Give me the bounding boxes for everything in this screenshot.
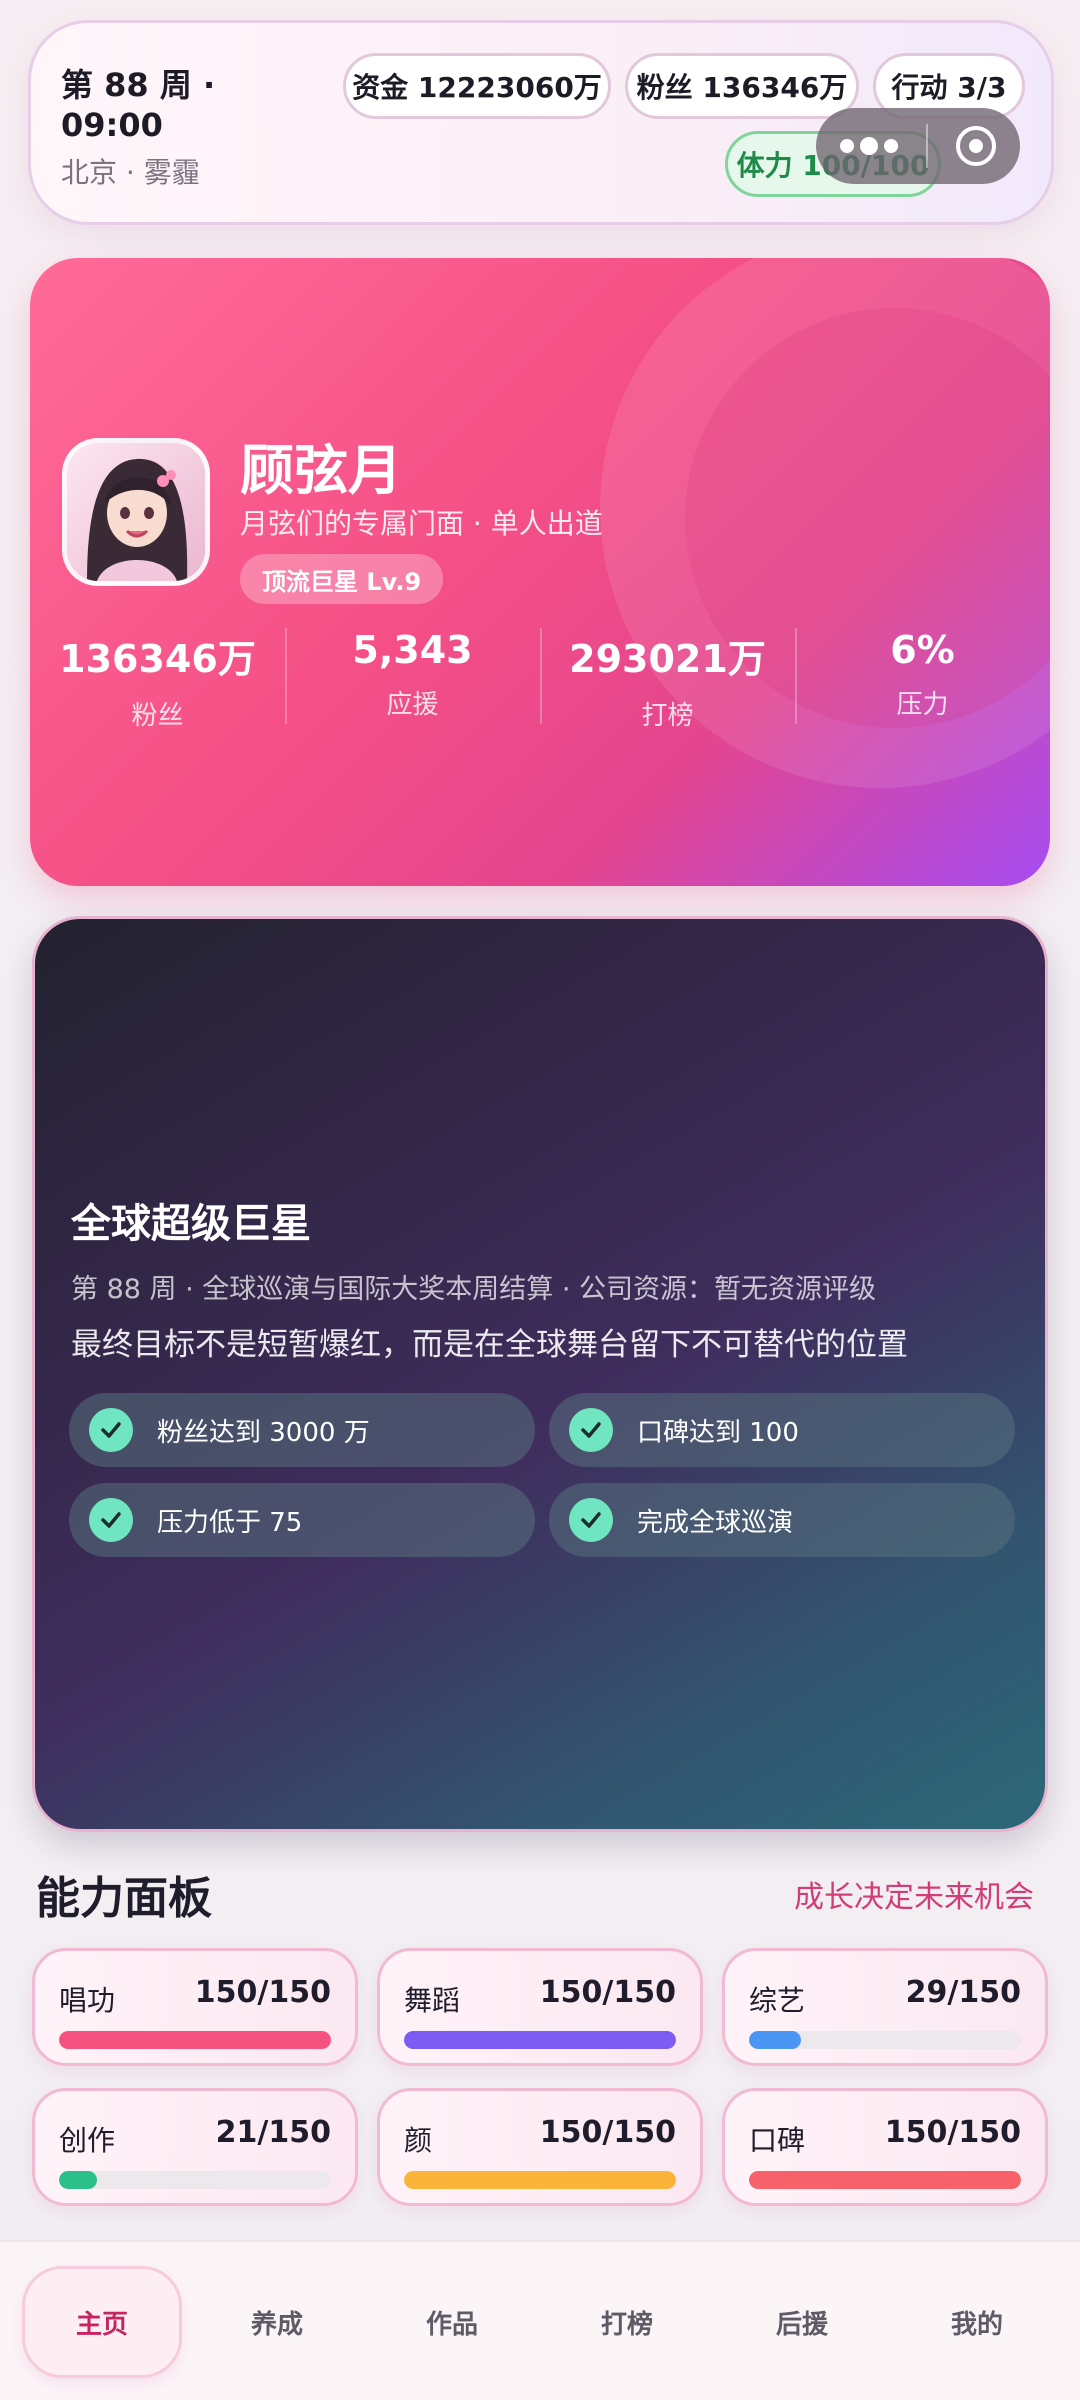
ability-name: 综艺 [749, 1984, 806, 2017]
page: 第 88 周 · 09:00 北京 · 雾霾 资金 12223060万 粉丝 1… [0, 0, 1080, 2400]
stat-label: 粉丝 [131, 701, 184, 731]
avatar[interactable] [62, 438, 210, 586]
stat-label: 打榜 [641, 701, 694, 731]
nav-chart[interactable]: 打榜 [547, 2266, 707, 2378]
stat-value: 136346万 [59, 637, 256, 681]
nav-training[interactable]: 养成 [197, 2266, 357, 2378]
ability-value: 29/150 [905, 1975, 1021, 2010]
stat-pressure: 6% 压力 [795, 618, 1050, 728]
stat-support: 5,343 应援 [285, 618, 540, 728]
ability-progress-track [404, 2031, 676, 2049]
task-label: 压力低于 75 [157, 1507, 303, 1538]
stat-chart: 293021万 打榜 [540, 618, 795, 731]
stat-value: 5,343 [352, 628, 473, 672]
task-label: 粉丝达到 3000 万 [157, 1417, 370, 1448]
ability-panel-title: 能力面板 [36, 1873, 212, 1924]
check-icon [569, 1408, 613, 1452]
miniprogram-capsule [816, 108, 1020, 184]
bottom-nav: 主页 养成 作品 打榜 后援 我的 [0, 2240, 1080, 2400]
ability-card-looks[interactable]: 颜 150/150 [377, 2088, 703, 2206]
task-item: 完成全球巡演 [549, 1483, 1015, 1557]
ability-progress-fill [404, 2031, 676, 2049]
fans-badge[interactable]: 粉丝 136346万 [625, 53, 859, 119]
ability-value: 150/150 [194, 1975, 331, 2010]
ability-value: 150/150 [539, 1975, 676, 2010]
ability-card-creation[interactable]: 创作 21/150 [32, 2088, 358, 2206]
check-icon [569, 1498, 613, 1542]
ability-name: 唱功 [59, 1984, 116, 2017]
check-icon [89, 1408, 133, 1452]
ability-progress-track [59, 2171, 331, 2189]
task-item: 粉丝达到 3000 万 [69, 1393, 535, 1467]
ability-progress-track [59, 2031, 331, 2049]
ability-name: 口碑 [749, 2124, 806, 2157]
ability-value: 150/150 [884, 2115, 1021, 2150]
ability-value: 150/150 [539, 2115, 676, 2150]
stat-value: 6% [890, 628, 955, 672]
ability-progress-fill [59, 2031, 331, 2049]
task-label: 口碑达到 100 [637, 1417, 799, 1448]
stat-value: 293021万 [569, 637, 766, 681]
close-target-icon[interactable] [956, 126, 996, 166]
goal-card[interactable]: 全球超级巨星 第 88 周 · 全球巡演与国际大奖本周结算 · 公司资源：暂无资… [32, 916, 1048, 1832]
ability-name: 创作 [59, 2124, 116, 2157]
task-item: 压力低于 75 [69, 1483, 535, 1557]
stat-label: 应援 [386, 690, 439, 720]
profile-stats: 136346万 粉丝 5,343 应援 293021万 打榜 6% 压力 [30, 618, 1050, 731]
idol-name: 顾弦月 [240, 439, 402, 502]
level-badge: 顶流巨星 Lv.9 [240, 554, 444, 604]
stat-fans: 136346万 粉丝 [30, 618, 285, 731]
week-time: 第 88 周 · 09:00 [61, 66, 216, 144]
more-menu-icon[interactable] [840, 137, 898, 155]
ability-card-variety[interactable]: 综艺 29/150 [722, 1948, 1048, 2066]
profile-card: 顾弦月 月弦们的专属门面 · 单人出道 顶流巨星 Lv.9 136346万 粉丝… [30, 258, 1050, 886]
ability-card-reputation[interactable]: 口碑 150/150 [722, 2088, 1048, 2206]
nav-home[interactable]: 主页 [22, 2266, 182, 2378]
ability-progress-fill [749, 2171, 1021, 2189]
task-label: 完成全球巡演 [637, 1507, 794, 1538]
ability-name: 舞蹈 [404, 1984, 461, 2017]
ability-progress-fill [749, 2031, 802, 2049]
nav-me[interactable]: 我的 [897, 2266, 1057, 2378]
task-item: 口碑达到 100 [549, 1393, 1015, 1467]
check-icon [89, 1498, 133, 1542]
ability-progress-fill [404, 2171, 676, 2189]
goal-description: 最终目标不是短暂爆红，而是在全球舞台留下不可替代的位置 [71, 1327, 908, 1363]
ability-name: 颜 [404, 2124, 433, 2157]
ability-progress-track [404, 2171, 676, 2189]
ability-progress-track [749, 2171, 1021, 2189]
ability-panel-hint: 成长决定未来机会 [794, 1880, 1034, 1915]
ability-card-singing[interactable]: 唱功 150/150 [32, 1948, 358, 2066]
goal-subtitle: 第 88 周 · 全球巡演与国际大奖本周结算 · 公司资源：暂无资源评级 [71, 1274, 877, 1305]
location-weather: 北京 · 雾霾 [61, 156, 200, 189]
ability-progress-track [749, 2031, 1021, 2049]
ability-progress-fill [59, 2171, 98, 2189]
capsule-divider [926, 124, 928, 168]
nav-fanclub[interactable]: 后援 [722, 2266, 882, 2378]
idol-tagline: 月弦们的专属门面 · 单人出道 [240, 507, 603, 540]
stat-label: 压力 [896, 690, 949, 720]
ability-value: 21/150 [215, 2115, 331, 2150]
goal-title: 全球超级巨星 [71, 1201, 311, 1247]
nav-works[interactable]: 作品 [372, 2266, 532, 2378]
ability-card-dance[interactable]: 舞蹈 150/150 [377, 1948, 703, 2066]
money-badge[interactable]: 资金 12223060万 [343, 53, 611, 119]
